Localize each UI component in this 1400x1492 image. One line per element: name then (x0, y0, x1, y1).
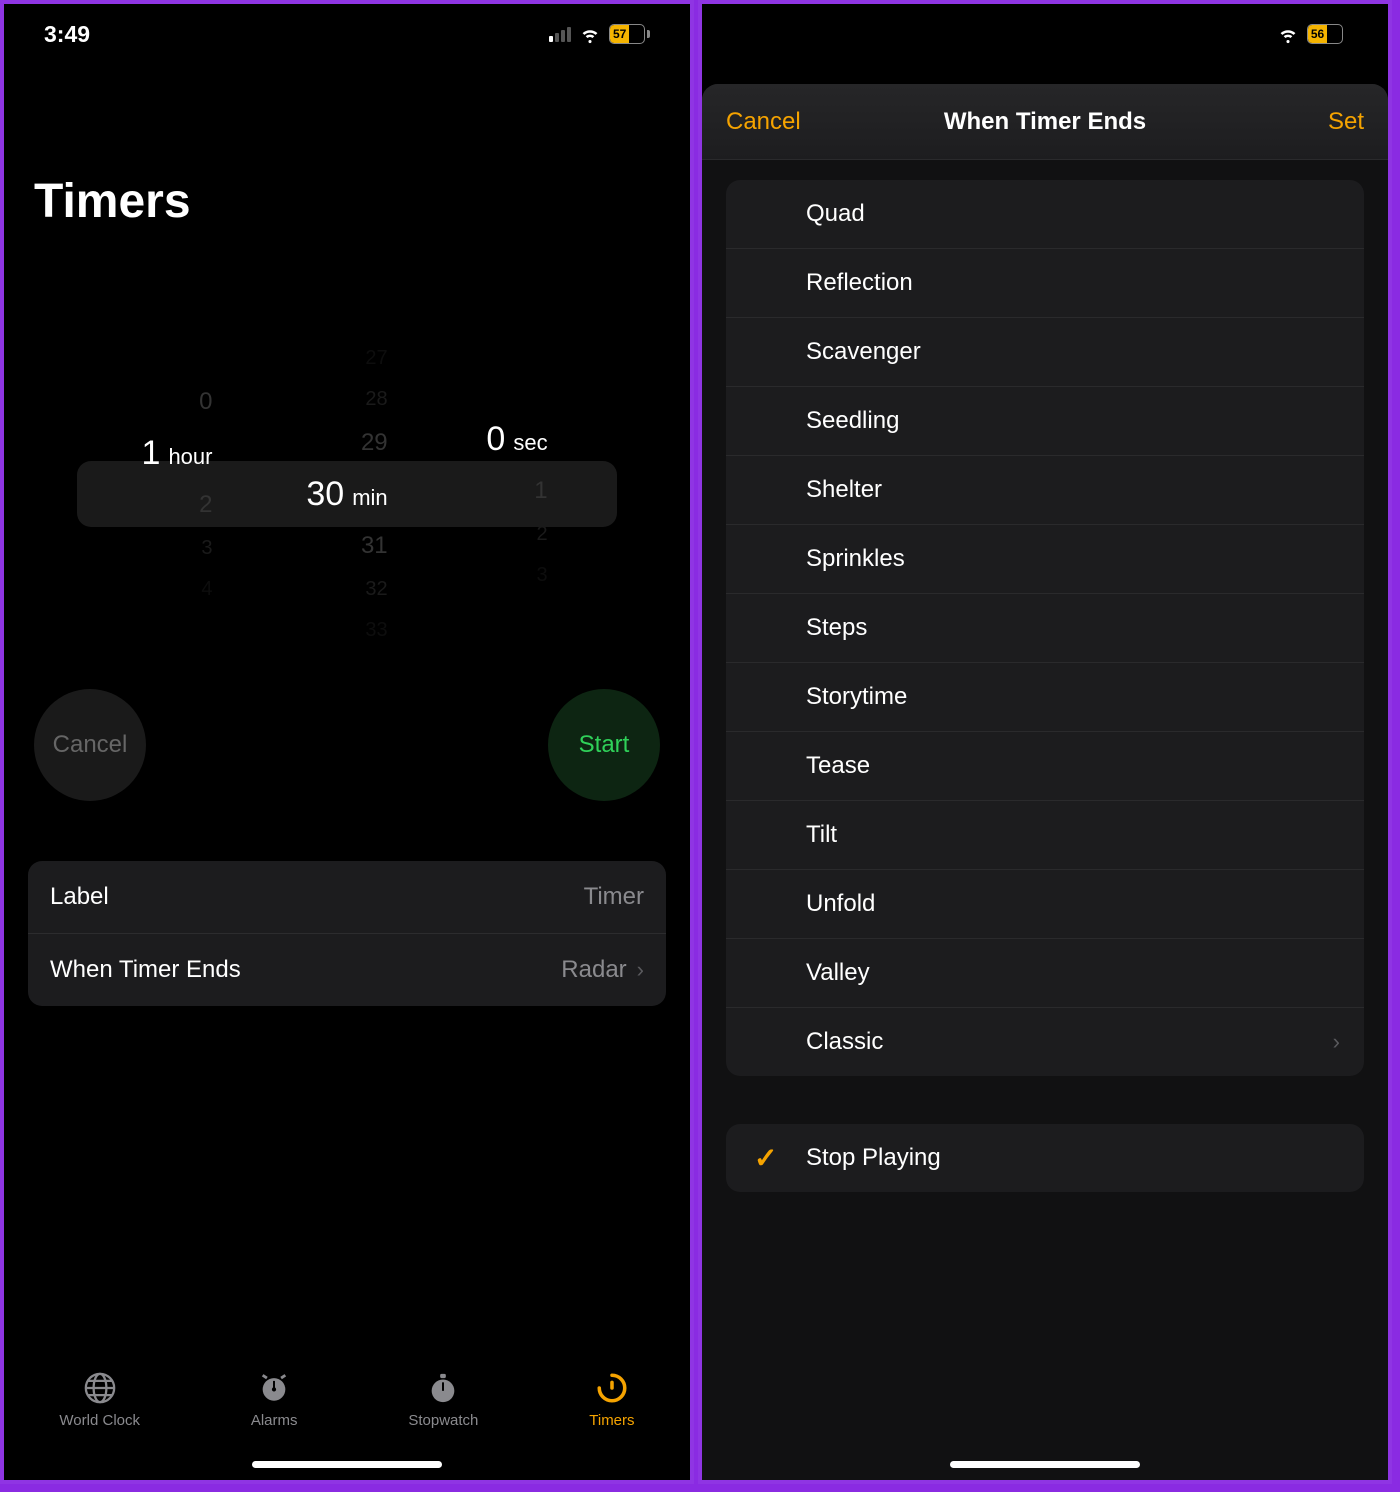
sound-picker-sheet: Cancel When Timer Ends Set QuadReflectio… (702, 84, 1388, 1480)
chevron-right-icon: › (637, 957, 644, 983)
sound-option[interactable]: Classic› (726, 1007, 1364, 1076)
home-indicator[interactable] (950, 1461, 1140, 1468)
sound-option[interactable]: Scavenger (726, 317, 1364, 386)
sound-option[interactable]: Storytime (726, 662, 1364, 731)
ends-row-title: When Timer Ends (50, 956, 241, 984)
seconds-picker[interactable]: 0sec 1 2 3 (457, 402, 577, 587)
sound-option[interactable]: Valley (726, 938, 1364, 1007)
page-title: Timers (4, 64, 690, 259)
sound-option[interactable]: Seedling (726, 386, 1364, 455)
when-timer-ends-row[interactable]: When Timer Ends Radar › (28, 933, 666, 1006)
sound-option[interactable]: Steps (726, 593, 1364, 662)
sound-option[interactable]: Quad (726, 180, 1364, 248)
sound-option[interactable]: Unfold (726, 869, 1364, 938)
sound-option[interactable]: Tease (726, 731, 1364, 800)
ends-row-value: Radar (561, 956, 626, 984)
tab-timers[interactable]: Timers (589, 1370, 634, 1429)
stop-playing-section: ✓ Stop Playing (726, 1124, 1364, 1192)
time-picker[interactable]: 0 1hour 2 3 4 27 28 29 30min 31 32 33 (4, 339, 690, 649)
sheet-title: When Timer Ends (702, 108, 1388, 136)
sound-list[interactable]: QuadReflectionScavengerSeedlingShelterSp… (726, 180, 1364, 1076)
tab-world-clock[interactable]: World Clock (59, 1370, 140, 1429)
checkmark-icon: ✓ (754, 1142, 777, 1175)
minutes-picker[interactable]: 27 28 29 30min 31 32 33 (287, 347, 407, 642)
timer-icon (594, 1370, 630, 1406)
sound-option[interactable]: Shelter (726, 455, 1364, 524)
wifi-icon (579, 23, 601, 45)
status-time: 3:49 (44, 21, 90, 48)
cellular-icon (549, 27, 571, 42)
label-row-value: Timer (584, 883, 644, 911)
battery-icon: 56 (1307, 24, 1348, 44)
wifi-icon (1277, 23, 1299, 45)
stop-playing-row[interactable]: ✓ Stop Playing (726, 1124, 1364, 1192)
sound-option[interactable]: Sprinkles (726, 524, 1364, 593)
timer-settings-card: Label Timer When Timer Ends Radar › (28, 861, 666, 1006)
battery-icon: 57 (609, 24, 650, 44)
status-bar: 3:49 57 (4, 4, 690, 64)
cancel-button[interactable]: Cancel (726, 108, 801, 136)
sheet-header: Cancel When Timer Ends Set (702, 84, 1388, 160)
chevron-right-icon: › (1333, 1029, 1340, 1055)
start-button[interactable]: Start (548, 689, 660, 801)
globe-icon (82, 1370, 118, 1406)
stopwatch-icon (425, 1370, 461, 1406)
label-row-title: Label (50, 883, 109, 911)
tab-stopwatch[interactable]: Stopwatch (408, 1370, 478, 1429)
sound-option[interactable]: Reflection (726, 248, 1364, 317)
sound-option[interactable]: Tilt (726, 800, 1364, 869)
hours-picker[interactable]: 0 1hour 2 3 4 (117, 388, 237, 601)
tab-alarms[interactable]: Alarms (251, 1370, 298, 1429)
home-indicator[interactable] (252, 1461, 442, 1468)
alarm-icon (256, 1370, 292, 1406)
timers-screen: 3:49 57 Timers 0 1hour 2 (0, 0, 694, 1484)
when-timer-ends-screen: 3:49 56 Cancel When Timer Ends (698, 0, 1392, 1484)
cancel-button[interactable]: Cancel (34, 689, 146, 801)
set-button[interactable]: Set (1328, 108, 1364, 136)
label-row[interactable]: Label Timer (28, 861, 666, 933)
